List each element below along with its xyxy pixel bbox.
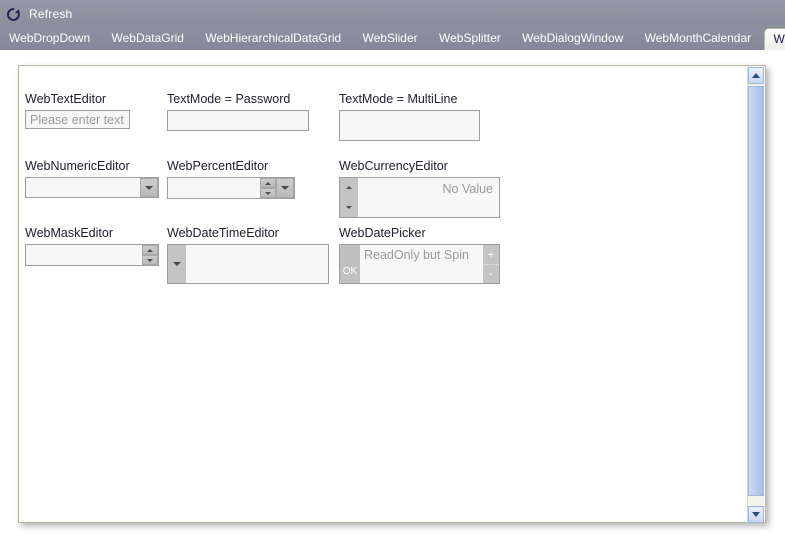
percent-editor-input[interactable] — [168, 178, 260, 198]
chevron-down-icon[interactable] — [260, 188, 276, 198]
date-picker-field[interactable]: OK ReadOnly but Spin + - — [339, 244, 500, 284]
multiline-editor-field[interactable] — [339, 110, 480, 141]
tab-webhierarchicaldatagrid[interactable]: WebHierarchicalDataGrid — [196, 28, 350, 50]
mask-editor-label: WebMaskEditor — [25, 226, 113, 240]
command-bar: Refresh — [0, 0, 785, 28]
chevron-down-icon[interactable] — [168, 245, 186, 283]
mask-editor-field[interactable] — [25, 244, 159, 266]
currency-editor-input[interactable]: No Value — [358, 178, 499, 217]
numeric-editor-cell: WebNumericEditor — [25, 159, 159, 198]
mask-editor-spinner — [142, 245, 158, 265]
content-panel: WebTextEditor Please enter text TextMode… — [18, 65, 766, 523]
refresh-label: Refresh — [29, 7, 73, 21]
date-picker-spinner: + - — [483, 245, 499, 283]
tab-webtexteditors[interactable]: WebTextEditors — [763, 28, 785, 50]
editors-container: WebTextEditor Please enter text TextMode… — [19, 66, 748, 522]
date-picker-input[interactable]: ReadOnly but Spin — [360, 245, 483, 283]
tab-websplitter[interactable]: WebSplitter — [430, 28, 510, 50]
chevron-down-icon[interactable] — [140, 178, 158, 197]
web-text-editor-label: WebTextEditor — [25, 92, 107, 106]
date-picker-ok-button[interactable]: OK — [340, 245, 360, 283]
chevron-down-icon[interactable] — [142, 255, 158, 265]
chevron-up-icon[interactable] — [340, 178, 358, 198]
tab-webdropdown[interactable]: WebDropDown — [0, 28, 99, 50]
date-picker-cell: WebDatePicker OK ReadOnly but Spin + - — [339, 226, 500, 284]
scroll-down-arrow-icon[interactable] — [748, 506, 764, 523]
currency-editor-label: WebCurrencyEditor — [339, 159, 448, 173]
percent-editor-cell: WebPercentEditor — [167, 159, 295, 199]
numeric-editor-label: WebNumericEditor — [25, 159, 130, 173]
numeric-editor-input[interactable] — [26, 178, 140, 197]
date-picker-label: WebDatePicker — [339, 226, 426, 240]
password-editor-field[interactable] — [167, 110, 309, 131]
percent-editor-field[interactable] — [167, 177, 295, 199]
web-text-editor-cell: WebTextEditor Please enter text — [25, 92, 130, 129]
percent-editor-dropdown-chevron-down-icon[interactable] — [276, 178, 294, 198]
percent-editor-spinner — [260, 178, 276, 198]
currency-editor-spinner — [340, 178, 358, 217]
scrollbar-thumb[interactable] — [748, 86, 764, 496]
multiline-editor-cell: TextMode = MultiLine — [339, 92, 480, 141]
password-editor-input[interactable] — [168, 111, 308, 130]
mask-editor-cell: WebMaskEditor — [25, 226, 159, 266]
mask-editor-input[interactable] — [26, 245, 142, 265]
vertical-scrollbar[interactable] — [747, 67, 764, 523]
datetime-editor-cell: WebDateTimeEditor — [167, 226, 329, 284]
chevron-up-icon[interactable] — [142, 245, 158, 255]
chevron-up-icon[interactable] — [260, 178, 276, 188]
page-body: WebTextEditor Please enter text TextMode… — [0, 50, 785, 546]
currency-editor-field[interactable]: No Value — [339, 177, 500, 218]
tab-webmonthcalendar[interactable]: WebMonthCalendar — [636, 28, 761, 50]
chevron-down-icon[interactable] — [340, 197, 358, 217]
tab-strip: WebDropDown WebDataGrid WebHierarchicalD… — [0, 28, 785, 50]
datetime-editor-label: WebDateTimeEditor — [167, 226, 279, 240]
tab-webslider[interactable]: WebSlider — [354, 28, 427, 50]
datetime-editor-input[interactable] — [186, 245, 328, 283]
multiline-editor-input[interactable] — [340, 111, 479, 115]
application-window: Refresh WebDropDown WebDataGrid WebHiera… — [0, 0, 785, 546]
percent-editor-label: WebPercentEditor — [167, 159, 269, 173]
web-text-editor-field[interactable]: Please enter text — [25, 110, 130, 129]
date-picker-increment-button[interactable]: + — [483, 245, 499, 264]
refresh-circular-arrow-icon — [6, 7, 21, 22]
tab-webdialogwindow[interactable]: WebDialogWindow — [513, 28, 632, 50]
currency-editor-cell: WebCurrencyEditor No Value — [339, 159, 500, 218]
refresh-link[interactable]: Refresh — [6, 4, 72, 24]
scroll-up-arrow-icon[interactable] — [748, 67, 764, 84]
date-picker-decrement-button[interactable]: - — [483, 264, 499, 283]
password-editor-cell: TextMode = Password — [167, 92, 309, 131]
tab-webdatagrid[interactable]: WebDataGrid — [103, 28, 193, 50]
web-text-editor-input[interactable]: Please enter text — [26, 111, 129, 128]
datetime-editor-field[interactable] — [167, 244, 329, 284]
multiline-editor-label: TextMode = MultiLine — [339, 92, 458, 106]
numeric-editor-field[interactable] — [25, 177, 159, 198]
password-editor-label: TextMode = Password — [167, 92, 291, 106]
